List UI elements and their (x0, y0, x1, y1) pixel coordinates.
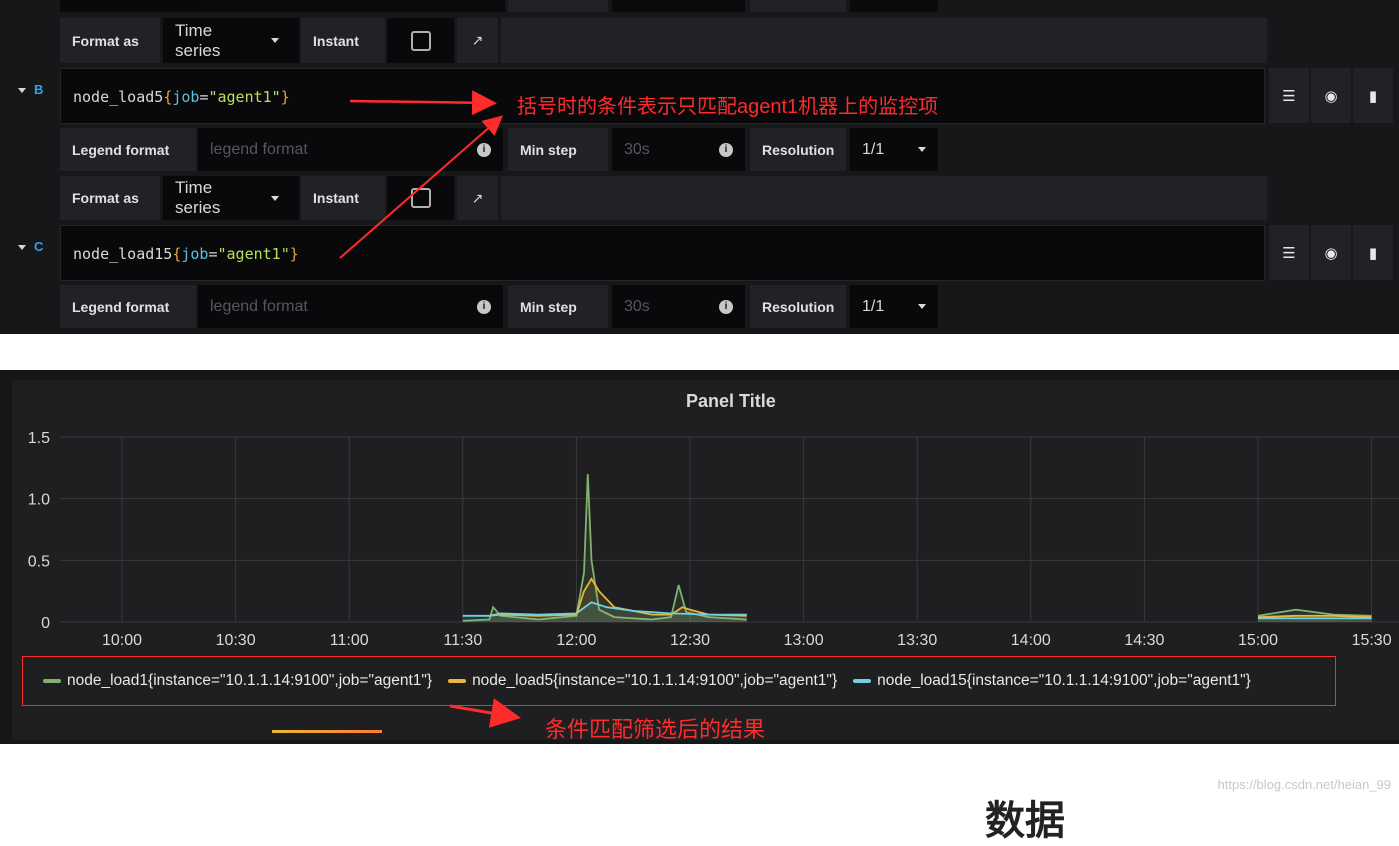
legend-label: node_load5{instance="10.1.1.14:9100",job… (472, 672, 838, 689)
y-tick-label: 1.5 (28, 430, 50, 447)
x-tick-label: 10:00 (102, 632, 142, 649)
x-tick-label: 12:00 (556, 632, 596, 649)
legend-item[interactable]: node_load15{instance="10.1.1.14:9100",jo… (853, 672, 1251, 690)
legend-item[interactable]: node_load5{instance="10.1.1.14:9100",job… (448, 672, 837, 690)
x-tick-label: 11:00 (330, 632, 369, 649)
x-tick-label: 15:30 (1352, 632, 1392, 649)
annotation-arrow (349, 90, 497, 116)
x-tick-label: 13:30 (897, 632, 937, 649)
y-tick-label: 1.0 (28, 492, 50, 509)
legend-item[interactable]: node_load1{instance="10.1.1.14:9100",job… (43, 672, 432, 690)
legend-label: node_load1{instance="10.1.1.14:9100",job… (67, 672, 433, 689)
bar-fragment (272, 730, 382, 733)
annotation-arrows (449, 698, 521, 728)
y-tick-label: 0.5 (28, 553, 50, 570)
x-tick-label: 12:30 (670, 632, 710, 649)
annotation-arrows (339, 90, 504, 259)
series-swatch (43, 679, 61, 683)
clipped-heading: 数据 (985, 799, 1065, 843)
annotation-arrow (339, 115, 504, 259)
x-tick-label: 15:00 (1238, 632, 1278, 649)
x-tick-label: 11:30 (443, 632, 482, 649)
y-tick-label: 0 (41, 615, 50, 632)
x-tick-label: 10:30 (216, 632, 256, 649)
x-tick-label: 13:00 (784, 632, 824, 649)
watermark: https://blog.csdn.net/heian_99 (1217, 777, 1391, 792)
series-swatch (448, 679, 467, 683)
annotation-text-bottom: 条件匹配筛选后的结果 (545, 717, 766, 742)
x-tick-label: 14:30 (1124, 632, 1164, 649)
annotation-arrow (449, 698, 521, 728)
legend-label: node_load15{instance="10.1.1.14:9100",jo… (877, 672, 1251, 689)
series-swatch (853, 679, 872, 683)
query-editor: Format as Time series Instant ↗ B node_l… (0, 0, 1399, 334)
line-chart: 0 0.5 1.0 1.5 10:00 10:30 11:00 11:30 12:00 12:30… (28, 430, 1399, 649)
x-tick-label: 14:00 (1011, 632, 1051, 649)
annotation-text-top: 括号时的条件表示只匹配agent1机器上的监控项 (517, 96, 939, 118)
